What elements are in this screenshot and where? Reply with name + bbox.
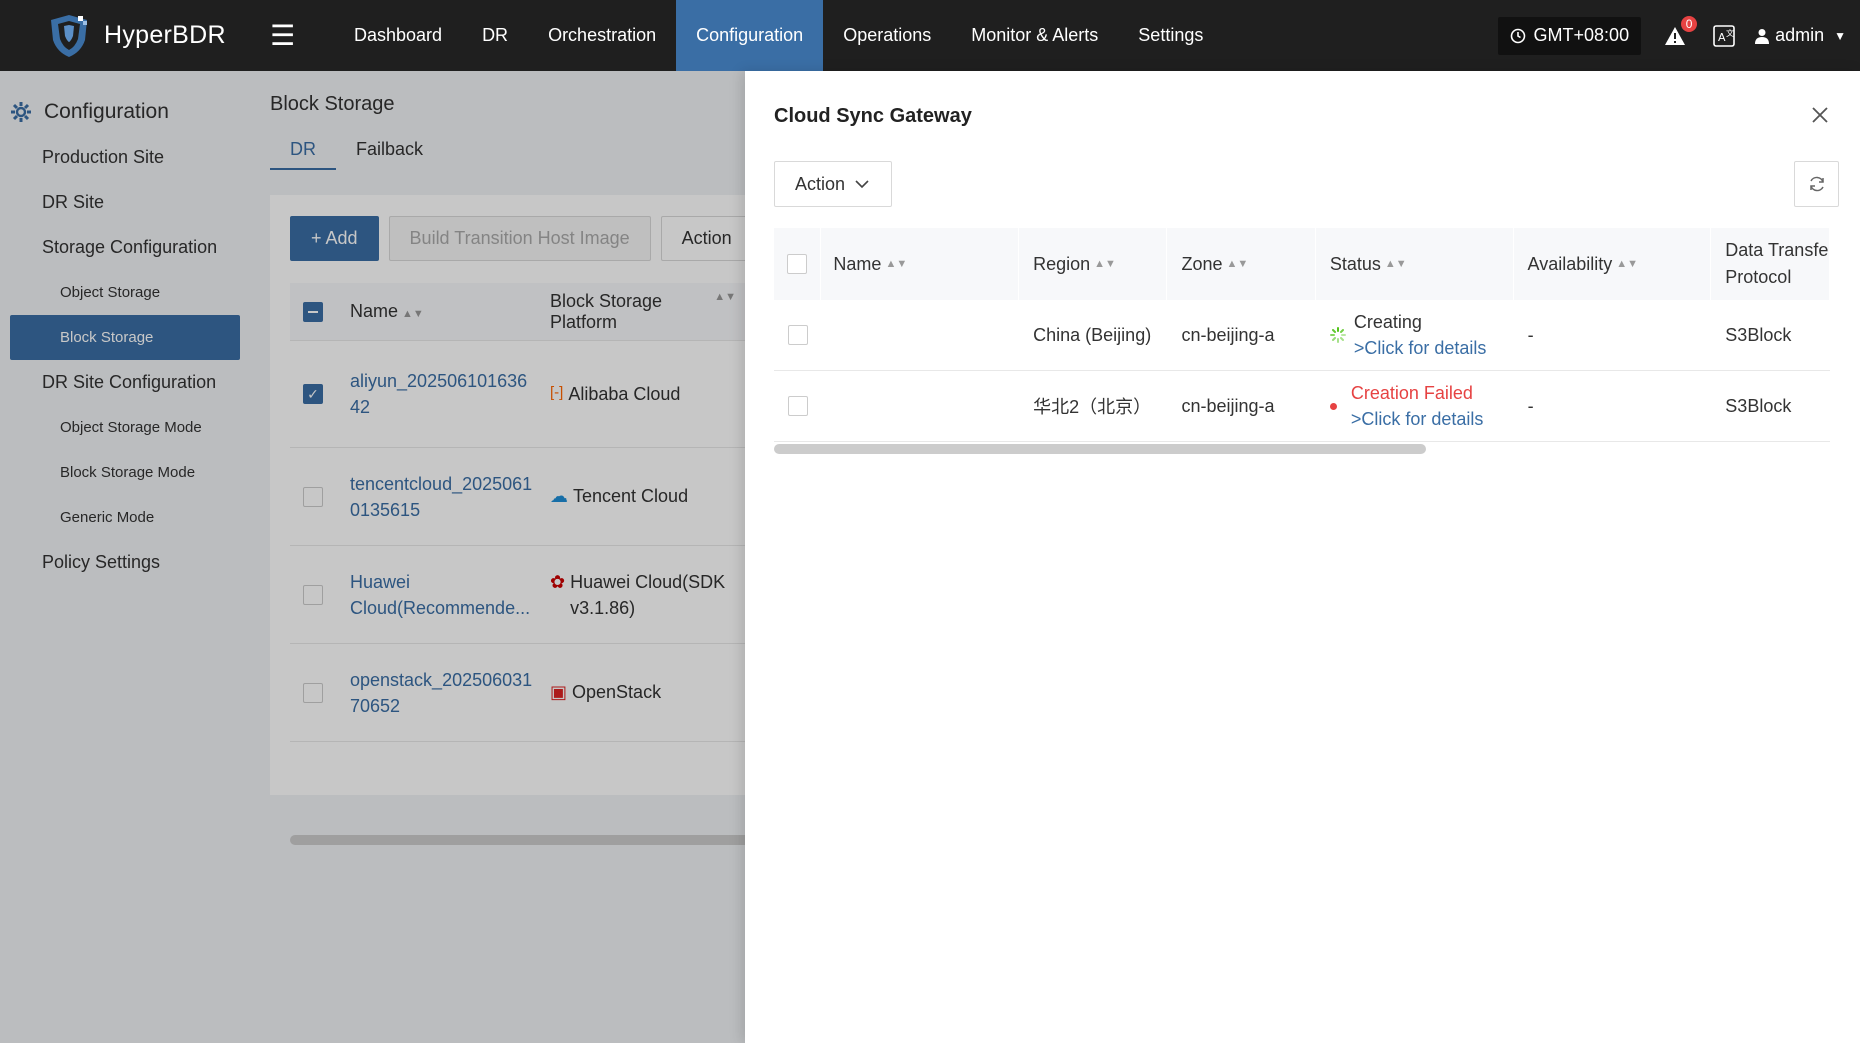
drawer-title: Cloud Sync Gateway: [774, 105, 972, 127]
nav-dashboard[interactable]: Dashboard: [334, 0, 462, 71]
cloud-sync-gateway-drawer: Cloud Sync Gateway Action Name ▲▼ Region ▲…: [745, 71, 1860, 1043]
user-icon: [1755, 28, 1770, 44]
region-cell: 华北2（北京）: [1033, 397, 1152, 417]
close-icon[interactable]: [1810, 105, 1830, 125]
drawer-mask[interactable]: [0, 71, 745, 1043]
sort-icon: ▲▼: [1384, 258, 1407, 270]
details-link[interactable]: >Click for details: [1351, 406, 1484, 432]
timezone-display[interactable]: GMT+08:00: [1497, 16, 1642, 55]
details-link[interactable]: >Click for details: [1354, 335, 1487, 361]
language-icon[interactable]: A文: [1711, 23, 1737, 49]
loading-spinner-icon: [1329, 327, 1346, 343]
user-menu[interactable]: admin ▼: [1755, 25, 1846, 46]
region-cell: China (Beijing): [1033, 324, 1152, 345]
menu-toggle-icon[interactable]: ☰: [270, 21, 310, 50]
protocol-cell: S3Block: [1725, 395, 1792, 416]
refresh-button[interactable]: [1794, 161, 1839, 207]
column-name[interactable]: Name ▲▼: [821, 228, 1020, 300]
nav-monitor-alerts[interactable]: Monitor & Alerts: [951, 0, 1118, 71]
username: admin: [1775, 25, 1825, 45]
refresh-icon: [1809, 176, 1824, 192]
clock-icon: [1510, 28, 1525, 43]
availability-cell: -: [1527, 395, 1534, 416]
zone-cell: cn-beijing-a: [1181, 324, 1275, 345]
timezone-label: GMT+08:00: [1533, 25, 1630, 45]
zone-cell: cn-beijing-a: [1181, 395, 1275, 416]
sort-icon: ▲▼: [1616, 258, 1639, 270]
table-row[interactable]: 华北2（北京） cn-beijing-a Creation Failed >Cl…: [774, 371, 1830, 442]
nav-operations[interactable]: Operations: [823, 0, 951, 71]
alerts-button[interactable]: 0: [1661, 15, 1698, 50]
shield-logo-icon: [51, 14, 87, 57]
app-name: HyperBDR: [104, 21, 226, 49]
protocol-cell: S3Block: [1725, 324, 1792, 345]
horizontal-scrollbar[interactable]: [774, 444, 1426, 454]
main-nav: Dashboard DR Orchestration Configuration…: [334, 0, 1223, 71]
gateway-table: Name ▲▼ Region ▲▼ Zone ▲▼ Status ▲▼ Availabi…: [774, 228, 1830, 442]
column-status[interactable]: Status ▲▼: [1316, 228, 1514, 300]
nav-dr[interactable]: DR: [462, 0, 528, 71]
status-cell: Creation Failed >Click for details: [1316, 380, 1514, 432]
chevron-down-icon: [855, 180, 869, 189]
alert-count-badge: 0: [1681, 15, 1698, 32]
status-cell: Creating >Click for details: [1316, 309, 1514, 361]
top-navbar: HyperBDR ☰ Dashboard DR Orchestration Co…: [0, 0, 1860, 71]
status-text: Creating: [1353, 312, 1422, 332]
action-label: Action: [795, 173, 846, 194]
table-header: Name ▲▼ Region ▲▼ Zone ▲▼ Status ▲▼ Availabi…: [774, 228, 1830, 300]
row-checkbox[interactable]: [787, 325, 808, 345]
table-row[interactable]: China (Beijing) cn-beijing-a Creating >C…: [774, 300, 1830, 371]
sort-icon: ▲▼: [885, 258, 908, 270]
svg-text:文: 文: [1726, 28, 1734, 38]
column-data-transfer-protocol[interactable]: Data Transfe Protocol: [1711, 228, 1830, 300]
column-availability[interactable]: Availability ▲▼: [1514, 228, 1712, 300]
nav-orchestration[interactable]: Orchestration: [528, 0, 676, 71]
drawer-action-button[interactable]: Action: [774, 161, 892, 207]
logo[interactable]: HyperBDR: [0, 14, 262, 58]
nav-configuration[interactable]: Configuration: [676, 0, 824, 71]
row-checkbox[interactable]: [787, 396, 808, 416]
column-zone[interactable]: Zone ▲▼: [1167, 228, 1316, 300]
sort-icon: ▲▼: [1226, 258, 1249, 270]
status-text: Creation Failed: [1350, 383, 1473, 403]
column-region[interactable]: Region ▲▼: [1019, 228, 1168, 300]
select-all-checkbox[interactable]: [787, 254, 808, 274]
svg-text:A: A: [1718, 31, 1726, 44]
sort-icon: ▲▼: [1094, 258, 1116, 270]
error-dot-icon: [1329, 402, 1337, 410]
availability-cell: -: [1527, 324, 1534, 345]
caret-down-icon: ▼: [1834, 28, 1846, 43]
nav-settings[interactable]: Settings: [1118, 0, 1223, 71]
